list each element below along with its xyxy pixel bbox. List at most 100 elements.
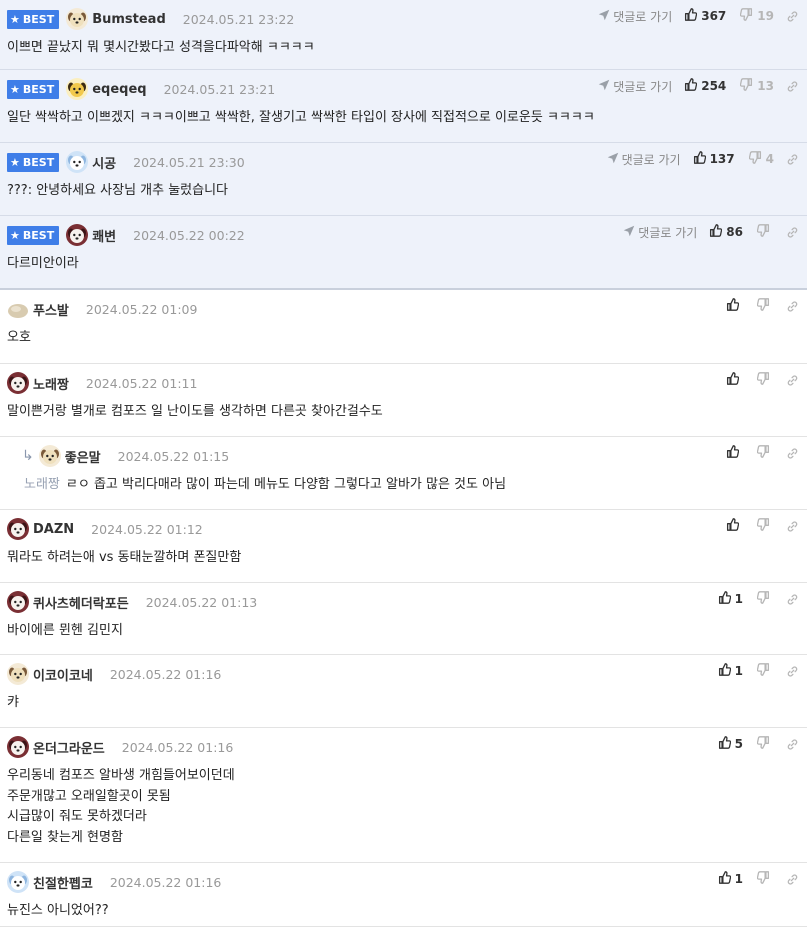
- comment: 노래짱 2024.05.22 01:11 말이쁜거랑 별개로 컴포즈 일 난이도를 …: [0, 364, 807, 437]
- link-icon[interactable]: [786, 374, 799, 387]
- goto-comment-button[interactable]: 댓글로 가기: [623, 224, 697, 241]
- thumbs-down-icon: [756, 372, 774, 388]
- downvote-button[interactable]: [756, 736, 774, 752]
- upvote-button[interactable]: [726, 445, 743, 461]
- comment-text: ???: 안녕하세요 사장님 개추 눌렀습니다: [7, 181, 228, 202]
- upvote-button[interactable]: 5: [718, 736, 743, 752]
- author-nickname[interactable]: 이코이코네: [33, 665, 93, 684]
- comment-header: 친절한펩코 2024.05.22 01:16: [7, 871, 221, 893]
- upvote-button[interactable]: 86: [709, 224, 743, 240]
- avatar[interactable]: [66, 78, 89, 100]
- author-nickname[interactable]: DAZN: [33, 522, 74, 537]
- downvote-button[interactable]: [756, 518, 774, 534]
- link-icon[interactable]: [786, 665, 799, 678]
- goto-comment-button[interactable]: 댓글로 가기: [598, 8, 672, 25]
- avatar[interactable]: [7, 736, 29, 758]
- comment-date: 2024.05.22 00:22: [133, 227, 245, 243]
- reply-comment: ↳ 좋은말 2024.05.22 01:15 노래짱 ㄹㅇ 좁고 박리다매라 많이 파는…: [0, 437, 807, 510]
- upvote-button[interactable]: [726, 298, 743, 314]
- link-icon[interactable]: [786, 226, 799, 239]
- comment: 푸스발 2024.05.22 01:09 오호: [0, 290, 807, 364]
- link-icon[interactable]: [786, 873, 799, 886]
- comment-text: 뭐라도 하려는애 vs 동태눈깔하며 폰질만함: [7, 548, 241, 569]
- downvote-button[interactable]: 19: [740, 8, 774, 24]
- link-icon[interactable]: [786, 300, 799, 313]
- author-nickname[interactable]: 시공: [92, 153, 116, 172]
- author-nickname[interactable]: 푸스발: [33, 300, 69, 319]
- thumbs-down-icon: [740, 78, 757, 94]
- avatar[interactable]: [66, 8, 89, 30]
- comment-header: ★ BEST 시공 2024.05.21 23:30: [7, 151, 245, 173]
- goto-comment-button[interactable]: 댓글로 가기: [598, 78, 672, 95]
- upvote-button[interactable]: 137: [693, 151, 735, 167]
- comment-actions: 1: [718, 662, 799, 680]
- comment-text: 일단 싹싹하고 이쁘겠지 ㅋㅋㅋ이쁘고 싹싹한, 잘생기고 싹싹한 타입이 장사…: [7, 108, 595, 129]
- downvote-button[interactable]: [756, 445, 774, 461]
- comment-date: 2024.05.22 01:09: [85, 301, 198, 317]
- upvote-button[interactable]: 367: [684, 8, 726, 24]
- author-nickname[interactable]: 노래짱: [33, 374, 69, 393]
- comment-header: DAZN 2024.05.22 01:12: [7, 518, 203, 540]
- thumbs-up-icon: [693, 151, 710, 167]
- author-nickname[interactable]: 쾌변: [92, 226, 116, 245]
- link-icon[interactable]: [786, 80, 799, 93]
- avatar[interactable]: [7, 591, 29, 613]
- avatar[interactable]: [7, 298, 29, 320]
- upvote-button[interactable]: 254: [684, 78, 726, 94]
- author-nickname[interactable]: 좋은말: [65, 447, 101, 466]
- comment-body: 뉴진스 아니었어??: [7, 903, 109, 918]
- thumbs-down-icon: [756, 871, 774, 887]
- best-badge-label: BEST: [22, 12, 55, 26]
- link-icon[interactable]: [786, 738, 799, 751]
- avatar[interactable]: [66, 224, 89, 246]
- downvote-button[interactable]: [756, 591, 774, 607]
- downvote-button[interactable]: [756, 224, 774, 240]
- upvote-count: 1: [734, 872, 743, 886]
- link-icon[interactable]: [786, 153, 799, 166]
- reply-target-nickname[interactable]: 노래짱: [24, 477, 60, 492]
- author-nickname[interactable]: Bumstead: [92, 12, 166, 27]
- link-icon[interactable]: [786, 10, 799, 23]
- downvote-button[interactable]: [756, 663, 774, 679]
- author-nickname[interactable]: 퀴사츠헤더락포든: [33, 593, 129, 612]
- downvote-button[interactable]: [756, 871, 774, 887]
- avatar[interactable]: [66, 151, 89, 173]
- author-nickname[interactable]: 온더그라운드: [33, 738, 105, 757]
- upvote-button[interactable]: 1: [718, 663, 743, 679]
- comment-date: 2024.05.22 01:12: [91, 521, 203, 537]
- author-nickname[interactable]: 친절한펩코: [33, 873, 93, 892]
- comment-text: 캬: [7, 693, 19, 714]
- best-comment: ★ BEST 쾌변 2024.05.22 00:22 댓글로 가기 86 다르미안이라: [0, 216, 807, 290]
- upvote-button[interactable]: [726, 372, 743, 388]
- comment-actions: 댓글로 가기 137 4: [607, 150, 799, 168]
- comment-body: 캬: [7, 695, 19, 710]
- thumbs-down-icon: [756, 224, 774, 240]
- upvote-button[interactable]: [726, 518, 743, 534]
- upvote-count: 5: [734, 737, 743, 751]
- comment-actions: 댓글로 가기 254 13: [598, 77, 799, 95]
- avatar[interactable]: [7, 663, 29, 685]
- avatar[interactable]: [7, 518, 29, 540]
- comment-text: 오호: [7, 328, 31, 349]
- downvote-button[interactable]: 13: [740, 78, 774, 94]
- avatar[interactable]: [7, 372, 29, 394]
- thumbs-down-icon: [748, 151, 766, 167]
- upvote-button[interactable]: 1: [718, 591, 743, 607]
- thumbs-down-icon: [756, 736, 774, 752]
- comment-text: 바이에른 뮌헨 김민지: [7, 621, 123, 642]
- goto-comment-button[interactable]: 댓글로 가기: [607, 151, 681, 168]
- best-comment: ★ BEST 시공 2024.05.21 23:30 댓글로 가기 137 4 ???: 안녕…: [0, 143, 807, 216]
- upvote-button[interactable]: 1: [718, 871, 743, 887]
- author-nickname[interactable]: eqeqeq: [92, 82, 146, 97]
- avatar[interactable]: [38, 445, 61, 467]
- downvote-button[interactable]: [756, 372, 774, 388]
- link-icon[interactable]: [786, 593, 799, 606]
- downvote-button[interactable]: 4: [748, 151, 774, 167]
- comment-body: 바이에른 뮌헨 김민지: [7, 623, 123, 638]
- comment-date: 2024.05.22 01:15: [117, 448, 230, 464]
- avatar[interactable]: [7, 871, 29, 893]
- link-icon[interactable]: [786, 520, 799, 533]
- best-badge-label: BEST: [22, 155, 55, 169]
- downvote-button[interactable]: [756, 298, 774, 314]
- link-icon[interactable]: [786, 447, 799, 460]
